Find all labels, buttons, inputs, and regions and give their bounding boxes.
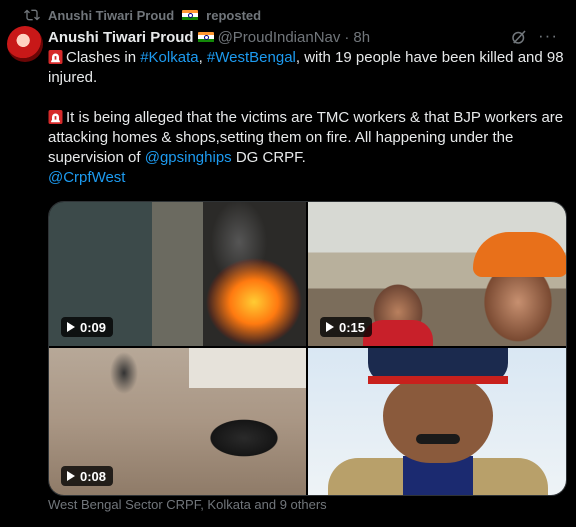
face-shape [383,378,493,463]
video-duration-badge: 0:09 [61,317,114,337]
india-flag-icon [197,31,214,43]
mustache-shape [416,434,460,444]
separator-dot: · [344,28,350,46]
person-figure [363,320,433,346]
tweet[interactable]: Anushi Tiwari Proud reposted Anushi Tiwa… [0,0,576,527]
video-duration: 0:09 [80,319,107,335]
wall-shape [189,348,306,388]
video-duration-badge: 0:08 [61,466,114,486]
cap-band-shape [368,376,508,384]
police-siren-icon [48,110,63,124]
police-siren-icon [48,50,63,64]
tweet-line2-post: DG CRPF. [231,149,306,166]
turban-figure [473,232,566,277]
video-thumbnail-street[interactable]: 0:08 [49,348,306,495]
more-options-icon[interactable]: ··· [538,26,558,46]
image-thumbnail-officer[interactable] [308,348,566,495]
tweet-text: Clashes in #Kolkata, #WestBengal, with 1… [48,48,568,188]
author-display-name[interactable]: Anushi Tiwari Proud [48,29,194,46]
repost-icon [24,9,40,21]
play-icon [67,322,75,332]
repost-label: reposted [206,7,262,23]
play-icon [67,471,75,481]
hashtag-kolkata[interactable]: #Kolkata [140,49,198,66]
india-flag-icon [182,9,199,21]
tweet-line1-sep: , [198,49,207,66]
tweet-timestamp[interactable]: 8h [353,29,370,46]
video-duration: 0:15 [339,319,366,335]
tweet-header: Anushi Tiwari Proud @ProudIndianNav · 8h… [48,26,562,48]
video-thumbnail-crowd[interactable]: 0:15 [308,202,566,346]
video-duration-badge: 0:15 [320,317,373,337]
reposter-name[interactable]: Anushi Tiwari Proud [48,8,174,23]
mention-gpsinghips[interactable]: @gpsinghips [145,149,232,166]
mention-crpfwest[interactable]: @CrpfWest [48,169,125,186]
repost-context[interactable]: Anushi Tiwari Proud reposted [24,6,261,24]
media-grid: 0:09 0:15 0:08 [48,201,567,496]
avatar[interactable] [7,26,43,62]
author-handle[interactable]: @ProudIndianNav [218,29,341,46]
play-icon [326,322,334,332]
tweet-line1-pre: Clashes in [66,49,141,66]
video-thumbnail-fire[interactable]: 0:09 [49,202,306,346]
hashtag-westbengal[interactable]: #WestBengal [207,49,296,66]
grok-icon[interactable] [510,28,528,46]
tagged-accounts[interactable]: West Bengal Sector CRPF, Kolkata and 9 o… [48,497,327,512]
video-duration: 0:08 [80,468,107,484]
